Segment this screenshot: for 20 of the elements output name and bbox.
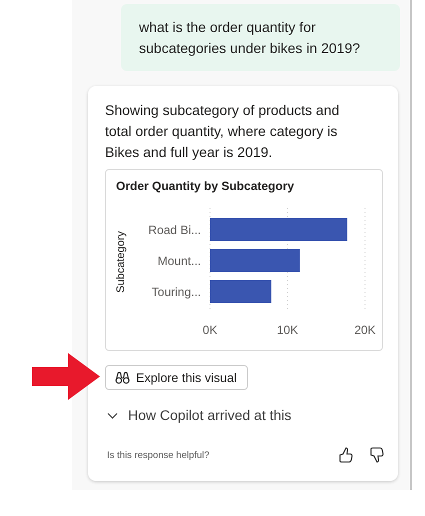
- user-message: what is the order quantity for subcategories under bikes in 2019?: [121, 4, 400, 71]
- binoculars-icon: [115, 371, 130, 384]
- response-text: Showing subcategory of products and total order quantity, where category is Bikes and full year is 2019.: [105, 101, 340, 162]
- arrow-icon: [32, 353, 100, 400]
- axis-tick-label: 20K: [354, 323, 376, 337]
- bar: [210, 280, 272, 303]
- explore-button[interactable]: Explore this visual: [105, 365, 248, 390]
- axis-tick-label: 10K: [276, 323, 298, 337]
- reasoning-toggle[interactable]: How Copilot arrived at this: [105, 407, 292, 423]
- category-label: Road Bi...: [148, 223, 201, 237]
- thumbs-up-icon: [339, 447, 353, 463]
- thumbs-down-button[interactable]: [370, 447, 384, 463]
- axis-title: Subcategory: [115, 231, 127, 293]
- thumbs-up-button[interactable]: [339, 447, 353, 463]
- category-label: Mount...: [158, 254, 201, 268]
- chart-title: Order Quantity by Subcategory: [115, 178, 294, 195]
- category-label: Touring...: [152, 285, 201, 299]
- axis-tick-label: 0K: [202, 323, 218, 337]
- thumbs-down-icon: [370, 447, 384, 463]
- feedback-prompt: Is this response helpful?: [106, 450, 210, 460]
